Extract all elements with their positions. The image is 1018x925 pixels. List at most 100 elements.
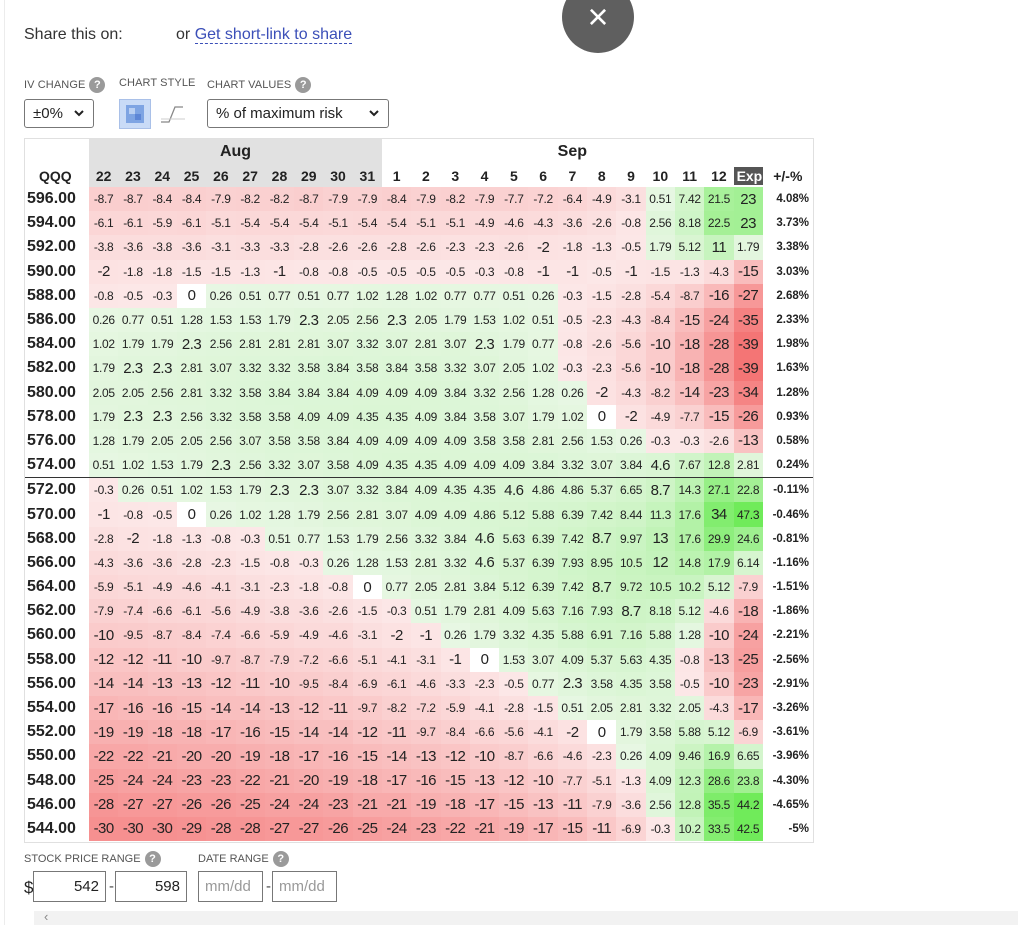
- pl-cell[interactable]: 24.6: [733, 526, 763, 551]
- pl-cell[interactable]: -8.2: [645, 380, 675, 405]
- pl-cell[interactable]: 4.09: [499, 453, 529, 478]
- pl-cell[interactable]: 3.07: [469, 356, 500, 381]
- pl-cell[interactable]: 1.79: [235, 477, 265, 503]
- pl-cell[interactable]: 17.6: [674, 526, 705, 551]
- pl-cell[interactable]: 23.8: [733, 768, 763, 793]
- pl-cell[interactable]: -5.1: [352, 647, 382, 672]
- pl-cell[interactable]: -8.4: [440, 720, 470, 745]
- pl-cell[interactable]: -5.4: [235, 211, 265, 236]
- pl-cell[interactable]: 0.51: [528, 307, 558, 333]
- pl-cell[interactable]: 11.3: [645, 502, 675, 527]
- pl-cell[interactable]: -17: [206, 720, 236, 745]
- pl-cell[interactable]: -19: [235, 744, 265, 769]
- pl-cell[interactable]: 0.26: [528, 283, 558, 308]
- pl-cell[interactable]: 8.18: [645, 599, 675, 624]
- pl-cell[interactable]: 4.09: [323, 404, 353, 429]
- pl-cell[interactable]: -5.1: [440, 211, 470, 236]
- pl-cell[interactable]: 2.56: [645, 211, 675, 236]
- pl-cell[interactable]: -6.1: [176, 599, 207, 624]
- pl-cell[interactable]: 1.79: [89, 404, 119, 429]
- pl-cell[interactable]: 2.3: [294, 477, 324, 503]
- pl-cell[interactable]: 3.58: [469, 404, 500, 429]
- pl-cell[interactable]: -1: [89, 502, 119, 527]
- pl-cell[interactable]: 5.63: [528, 599, 558, 624]
- pl-cell[interactable]: 3.58: [264, 428, 295, 454]
- pl-cell[interactable]: 2.56: [557, 428, 588, 454]
- pl-cell[interactable]: -3.6: [557, 211, 588, 236]
- date-range-from-input[interactable]: mm/dd: [198, 871, 263, 902]
- pl-cell[interactable]: 7.93: [557, 550, 588, 575]
- pl-cell[interactable]: 44.2: [733, 792, 763, 817]
- pl-cell[interactable]: -10: [528, 768, 558, 793]
- pl-cell[interactable]: 2.56: [352, 307, 382, 333]
- pl-cell[interactable]: -11: [323, 695, 353, 721]
- pl-cell[interactable]: 3.84: [323, 428, 353, 454]
- pl-cell[interactable]: 3.32: [206, 404, 236, 429]
- pl-cell[interactable]: -2: [89, 259, 119, 284]
- pl-cell[interactable]: -4.9: [469, 211, 500, 236]
- pl-cell[interactable]: -2.8: [499, 695, 529, 721]
- pl-cell[interactable]: 0.77: [469, 283, 500, 308]
- pl-cell[interactable]: 10.2: [674, 816, 705, 842]
- pl-cell[interactable]: -10: [704, 671, 734, 696]
- pl-cell[interactable]: -16: [235, 720, 265, 745]
- pl-cell[interactable]: -27: [733, 283, 763, 308]
- pl-cell[interactable]: -5.9: [264, 623, 295, 648]
- pl-cell[interactable]: -10: [645, 332, 675, 357]
- pl-cell[interactable]: -18: [440, 792, 470, 817]
- pl-cell[interactable]: -4.6: [176, 575, 207, 600]
- pl-cell[interactable]: -3.6: [294, 599, 324, 624]
- pl-cell[interactable]: 3.58: [323, 453, 353, 478]
- pl-cell[interactable]: 1.53: [499, 647, 529, 672]
- pl-cell[interactable]: 5.63: [499, 526, 529, 551]
- pl-cell[interactable]: -6.4: [557, 187, 588, 212]
- pl-cell[interactable]: -4.9: [235, 599, 265, 624]
- pl-cell[interactable]: -8.7: [147, 623, 177, 648]
- pl-cell[interactable]: 8.44: [616, 502, 646, 527]
- pl-cell[interactable]: -17: [89, 695, 119, 721]
- pl-cell[interactable]: -30: [89, 816, 119, 842]
- pl-cell[interactable]: 1.79: [89, 356, 119, 381]
- pl-cell[interactable]: -15: [440, 768, 470, 793]
- price-range-high-input[interactable]: 598: [115, 871, 187, 902]
- pl-cell[interactable]: -25: [89, 768, 119, 793]
- pl-cell[interactable]: -11: [147, 647, 177, 672]
- pl-cell[interactable]: -2.6: [704, 428, 734, 454]
- pl-cell[interactable]: 3.32: [469, 380, 500, 405]
- pl-cell[interactable]: -1.5: [176, 259, 207, 284]
- pl-cell[interactable]: -0.8: [323, 575, 353, 600]
- iv-help-icon[interactable]: ?: [89, 77, 106, 93]
- pl-cell[interactable]: 4.09: [557, 647, 588, 672]
- pl-cell[interactable]: -22: [235, 768, 265, 793]
- pl-cell[interactable]: 3.84: [264, 380, 295, 405]
- pl-cell[interactable]: -8.4: [382, 187, 412, 212]
- pl-cell[interactable]: 0.26: [557, 380, 588, 405]
- pl-cell[interactable]: 8.7: [616, 599, 646, 624]
- pl-cell[interactable]: 1.79: [440, 599, 470, 624]
- pl-cell[interactable]: -0.5: [118, 283, 148, 308]
- pl-cell[interactable]: -3.3: [440, 671, 470, 696]
- pl-cell[interactable]: -12: [294, 695, 324, 721]
- pl-cell[interactable]: 3.07: [294, 453, 324, 478]
- pl-cell[interactable]: 0.77: [118, 307, 148, 333]
- pl-cell[interactable]: -7.7: [674, 404, 705, 429]
- pl-cell[interactable]: 2.05: [587, 695, 617, 721]
- pl-cell[interactable]: 34: [704, 502, 734, 527]
- pl-cell[interactable]: -8.4: [176, 623, 207, 648]
- pl-cell[interactable]: -13: [264, 695, 295, 721]
- pl-cell[interactable]: -35: [733, 307, 763, 333]
- pl-cell[interactable]: -0.8: [206, 526, 236, 551]
- pl-cell[interactable]: -14: [118, 671, 148, 696]
- pl-cell[interactable]: -5.4: [294, 211, 324, 236]
- pl-cell[interactable]: -7.9: [587, 792, 617, 817]
- pl-cell[interactable]: -13: [411, 744, 441, 769]
- pl-cell[interactable]: 3.32: [499, 623, 529, 648]
- pl-cell[interactable]: -28: [206, 816, 236, 842]
- pl-cell[interactable]: -2.8: [382, 235, 412, 260]
- pl-cell[interactable]: -2.3: [440, 235, 470, 260]
- pl-cell[interactable]: 5.88: [528, 502, 558, 527]
- price-range-low-input[interactable]: 542: [33, 871, 106, 902]
- pl-cell[interactable]: 0.51: [294, 283, 324, 308]
- pl-cell[interactable]: -5.9: [440, 695, 470, 721]
- pl-cell[interactable]: -3.8: [264, 599, 295, 624]
